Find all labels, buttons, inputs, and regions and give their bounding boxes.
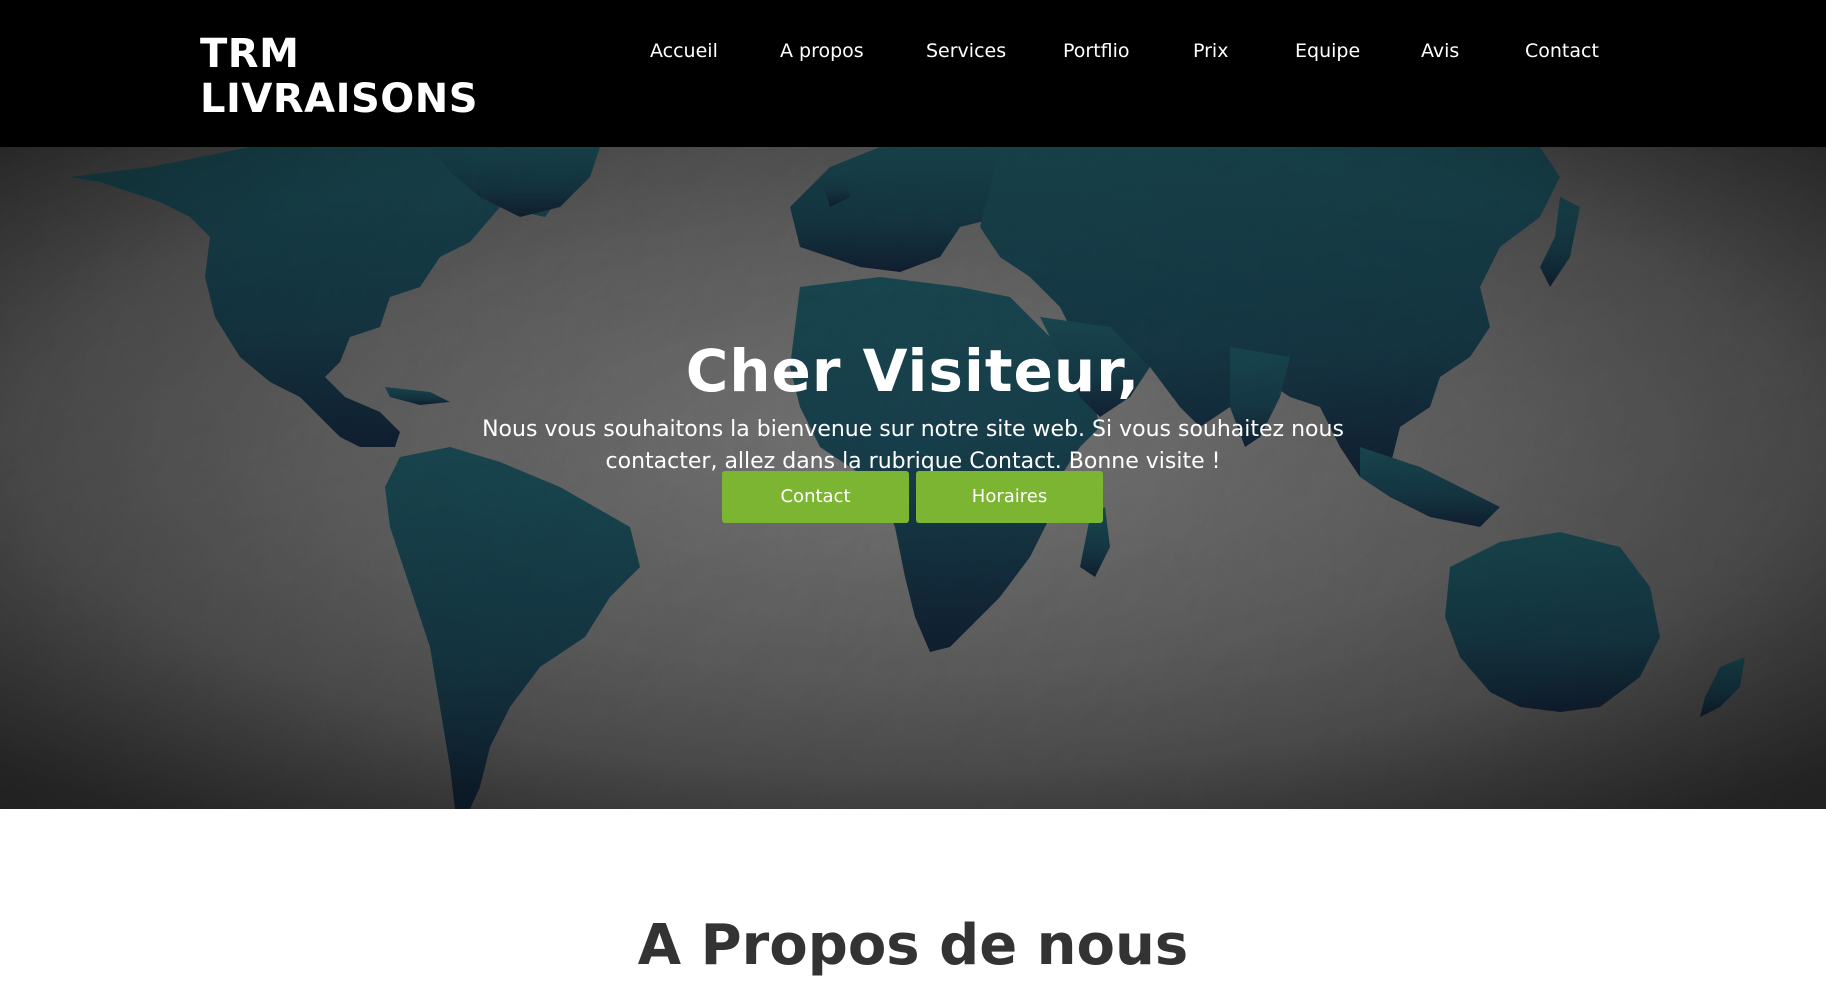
nav-item-accueil[interactable]: Accueil (650, 38, 718, 64)
nav-item-equipe[interactable]: Equipe (1295, 38, 1360, 64)
nav-item-portflio[interactable]: Portflio (1063, 38, 1130, 64)
nav-item-a-propos[interactable]: A propos (780, 38, 864, 64)
contact-button[interactable]: Contact (722, 471, 909, 523)
brand-line-2: LIVRAISONS (200, 76, 479, 122)
site-header: TRM LIVRAISONS Accueil A propos Services… (0, 0, 1826, 147)
world-map-background (0, 147, 1826, 809)
brand-line-1: TRM (200, 31, 300, 77)
brand-logo[interactable]: TRM LIVRAISONS (200, 32, 478, 122)
hero-title: Cher Visiteur, (685, 336, 1141, 405)
about-heading: A Propos de nous (637, 913, 1189, 979)
hero-subtitle: Nous vous souhaitons la bienvenue sur no… (482, 417, 1344, 474)
nav-item-avis[interactable]: Avis (1421, 38, 1459, 64)
nav-item-services[interactable]: Services (926, 38, 1006, 64)
hero-section: Cher Visiteur, Nous vous souhaitons la b… (0, 147, 1826, 809)
nav-item-prix[interactable]: Prix (1193, 38, 1228, 64)
horaires-button[interactable]: Horaires (916, 471, 1103, 523)
nav-item-contact[interactable]: Contact (1525, 38, 1599, 64)
